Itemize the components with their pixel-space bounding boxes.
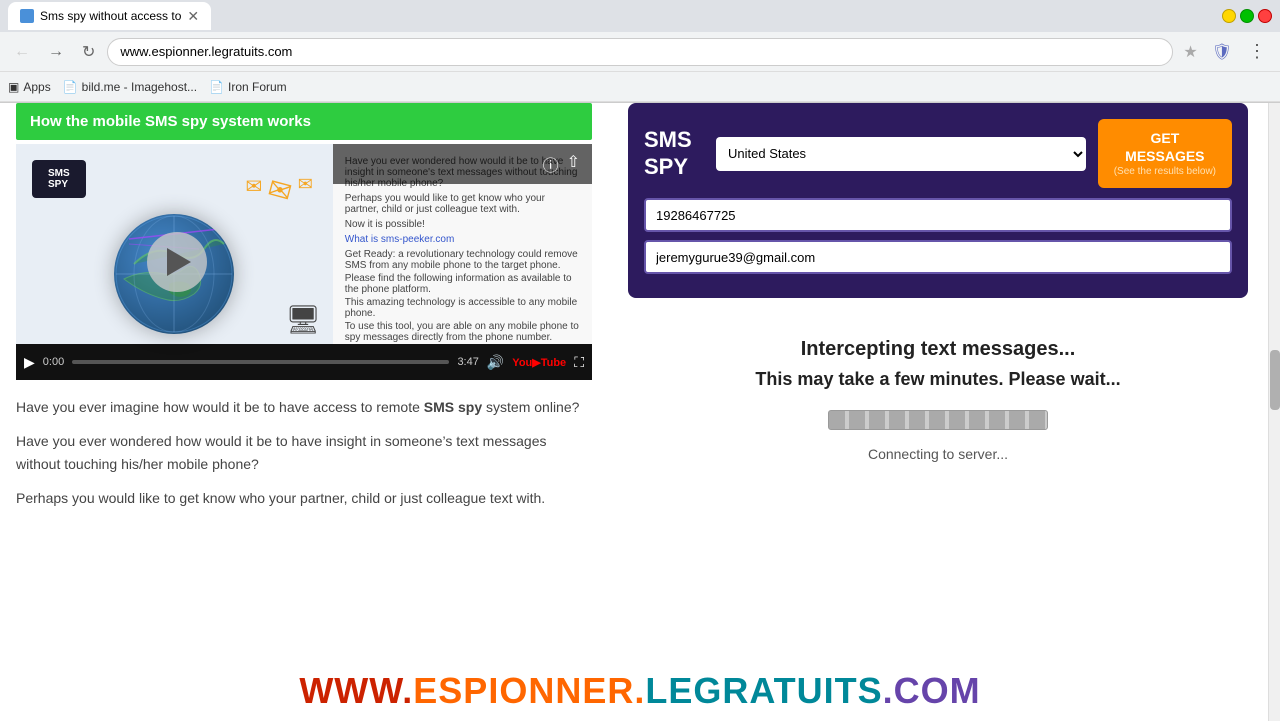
- youtube-logo: You▶Tube: [512, 356, 566, 369]
- video-controls: ▶ 0:00 3:47 🔊 You▶Tube ⛶: [16, 344, 592, 380]
- progress-container: [828, 410, 1048, 430]
- tab-favicon: [20, 9, 34, 23]
- para1-after: system online?: [482, 399, 579, 415]
- video-text-line-5: Get Ready: a revolutionary technology co…: [345, 249, 580, 271]
- title-bar: Sms spy without access to ✕: [0, 0, 1280, 32]
- address-bar[interactable]: [107, 38, 1173, 66]
- play-button[interactable]: [147, 232, 207, 292]
- browser-tab[interactable]: Sms spy without access to ✕: [8, 2, 211, 30]
- para1-text: Have you ever imagine how would it be to…: [16, 399, 424, 415]
- monitor-icon: 🖥: [285, 303, 321, 336]
- browser-menu-icon[interactable]: ⋮: [1242, 37, 1272, 66]
- sms-label-line2: SPY: [644, 154, 704, 180]
- form-top-row: SMS SPY United States United Kingdom Can…: [644, 119, 1232, 188]
- video-text-line-2: Perhaps you would like to get know who y…: [345, 193, 580, 215]
- bookmark-page-icon: 📄: [63, 80, 78, 94]
- navigation-bar: ← → ↻ ★ 🛡 ⋮: [0, 32, 1280, 72]
- bookmark-iron-forum[interactable]: 📄 Iron Forum: [209, 80, 287, 94]
- time-duration: 3:47: [457, 356, 478, 368]
- sms-spy-badge: SMS SPY: [32, 160, 86, 198]
- wm-www: WWW.: [299, 670, 413, 712]
- get-messages-label: GETMESSAGES: [1114, 129, 1216, 165]
- video-text-line-7: This amazing technology is accessible to…: [345, 297, 580, 319]
- content-paragraph-2: Have you ever wondered how would it be t…: [16, 430, 592, 475]
- reload-button[interactable]: ↻: [76, 38, 101, 66]
- get-messages-button[interactable]: GETMESSAGES (See the results below): [1098, 119, 1232, 188]
- bookmark-bild-label: bild.me - Imagehost...: [82, 80, 197, 94]
- wm-espionner: ESPIONNER.: [413, 670, 608, 712]
- video-container[interactable]: How to spy SMS without access to target …: [16, 144, 592, 380]
- video-text-line-3: Now it is possible!: [345, 219, 580, 230]
- sms-spy-bold: SMS spy: [424, 399, 482, 415]
- play-pause-button[interactable]: ▶: [24, 354, 35, 371]
- apps-grid-icon: ▣: [8, 80, 19, 94]
- apps-label: Apps: [23, 80, 50, 94]
- sms-label-line1: SMS: [644, 127, 704, 153]
- info-icon[interactable]: ⓘ: [543, 152, 559, 176]
- watermark: WWW. ESPIONNER. LEGRATUITS .COM: [0, 661, 608, 721]
- close-window-button[interactable]: [1258, 9, 1272, 23]
- bookmark-iron-forum-label: Iron Forum: [228, 80, 287, 94]
- intercepting-section: Intercepting text messages... This may t…: [628, 318, 1248, 482]
- bookmark-bild[interactable]: 📄 bild.me - Imagehost...: [63, 80, 197, 94]
- connecting-text: Connecting to server...: [648, 446, 1228, 462]
- fullscreen-button[interactable]: ⛶: [574, 354, 584, 371]
- back-button[interactable]: ←: [8, 39, 36, 65]
- video-text-line-4: What is sms-peeker.com: [345, 234, 580, 245]
- play-triangle-icon: [167, 248, 191, 276]
- apps-bookmark[interactable]: ▣ Apps: [8, 80, 51, 94]
- security-shield-icon[interactable]: 🛡: [1208, 38, 1236, 66]
- maximize-button[interactable]: [1240, 9, 1254, 23]
- share-icon[interactable]: ⇧: [567, 152, 580, 172]
- phone-input[interactable]: [644, 198, 1232, 232]
- intercepting-title: Intercepting text messages...: [648, 338, 1228, 361]
- tab-close-button[interactable]: ✕: [187, 8, 199, 25]
- video-text-line-6: Please find the following information as…: [345, 273, 580, 295]
- content-paragraph-1: Have you ever imagine how would it be to…: [16, 396, 592, 418]
- play-button-overlay[interactable]: [147, 232, 207, 292]
- spy-text: SPY: [48, 179, 70, 190]
- video-progress-bar[interactable]: [72, 360, 449, 364]
- forward-button[interactable]: →: [42, 39, 70, 65]
- scrollbar[interactable]: [1268, 103, 1280, 721]
- page-content: How the mobile SMS spy system works How …: [0, 103, 1280, 721]
- scrollbar-thumb[interactable]: [1270, 350, 1280, 410]
- progress-bar-main: [828, 410, 1048, 430]
- window-controls: [1222, 9, 1272, 23]
- envelope-icon-3: ✉: [298, 174, 313, 207]
- sms-spy-form-label: SMS SPY: [644, 127, 704, 180]
- volume-button[interactable]: 🔊: [487, 354, 504, 371]
- minimize-button[interactable]: [1222, 9, 1236, 23]
- bookmark-star-icon[interactable]: ★: [1179, 38, 1201, 66]
- envelope-icon-2: ✉: [264, 172, 295, 210]
- country-select[interactable]: United States United Kingdom Canada: [716, 137, 1086, 171]
- browser-chrome: Sms spy without access to ✕ ← → ↻ ★ 🛡 ⋮ …: [0, 0, 1280, 103]
- intercepting-subtitle: This may take a few minutes. Please wait…: [648, 369, 1228, 390]
- bookmark-page-icon-2: 📄: [209, 80, 224, 94]
- bookmarks-bar: ▣ Apps 📄 bild.me - Imagehost... 📄 Iron F…: [0, 72, 1280, 102]
- envelope-icons: ✉ ✉ ✉: [245, 174, 312, 207]
- envelope-icon-1: ✉: [245, 174, 262, 207]
- video-text-line-8: To use this tool, you are able on any mo…: [345, 321, 580, 343]
- sms-text: SMS: [48, 168, 70, 179]
- right-panel: SMS SPY United States United Kingdom Can…: [608, 103, 1268, 721]
- video-title-text: How the mobile SMS spy system works: [30, 113, 311, 130]
- email-input[interactable]: [644, 240, 1232, 274]
- tab-title: Sms spy without access to: [40, 9, 181, 23]
- sms-spy-form: SMS SPY United States United Kingdom Can…: [628, 103, 1248, 298]
- time-current: 0:00: [43, 356, 64, 368]
- left-panel: How the mobile SMS spy system works How …: [0, 103, 608, 721]
- get-messages-sub: (See the results below): [1114, 165, 1216, 178]
- content-paragraph-3: Perhaps you would like to get know who y…: [16, 487, 592, 509]
- para2-text: Have you ever wondered how would it be t…: [16, 433, 547, 471]
- video-title-bar: How the mobile SMS spy system works: [16, 103, 592, 140]
- para3-text: Perhaps you would like to get know who y…: [16, 490, 545, 506]
